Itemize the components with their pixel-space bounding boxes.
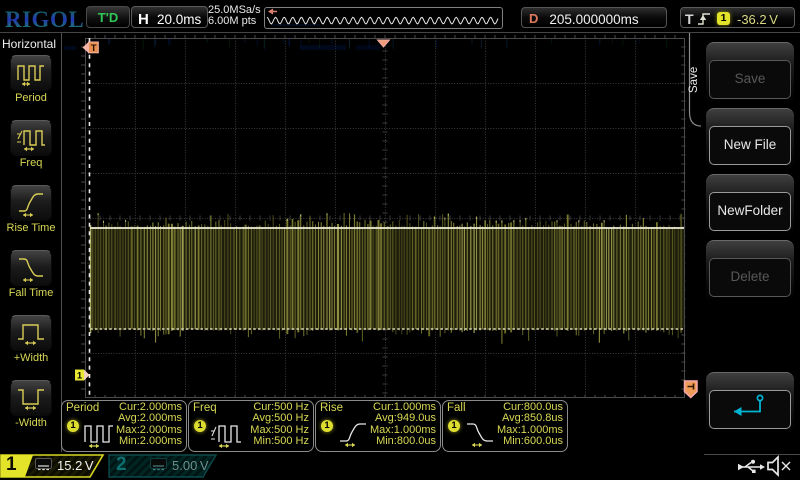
svg-text:T: T: [91, 43, 97, 54]
svg-text:1: 1: [77, 371, 83, 382]
